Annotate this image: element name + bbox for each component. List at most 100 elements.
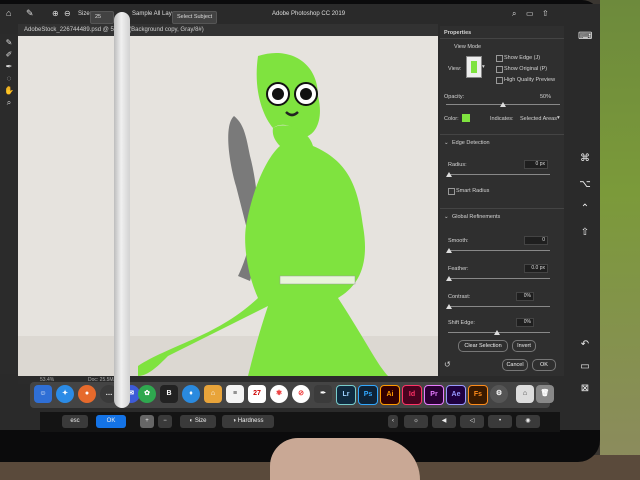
ok-key[interactable]: OK xyxy=(96,415,126,428)
hardness-key[interactable]: ◑ Hardness xyxy=(222,415,274,428)
drop-app-icon[interactable]: ♦ xyxy=(182,385,200,403)
brush-tool-icon[interactable]: ✎ xyxy=(26,8,34,19)
illustrator-icon[interactable]: Ai xyxy=(380,385,400,405)
cancel-button[interactable]: Cancel xyxy=(502,359,528,371)
global-refinements-header[interactable]: Global Refinements xyxy=(452,214,500,220)
radius-slider-knob[interactable] xyxy=(446,172,452,177)
calendar-icon[interactable]: 27 xyxy=(248,385,266,403)
chevron-down-icon[interactable]: ▾ xyxy=(482,64,485,70)
shift-key-icon[interactable]: ⇧ xyxy=(578,226,592,240)
contrast-field[interactable]: 0% xyxy=(516,292,534,301)
size-key[interactable]: ◐ Size xyxy=(180,415,216,428)
safari-icon[interactable]: ✦ xyxy=(56,385,74,403)
canvas[interactable] xyxy=(18,36,438,376)
shift-edge-slider-knob[interactable] xyxy=(494,330,500,335)
subtract-mode-key[interactable]: − xyxy=(158,415,172,428)
dock-app-b[interactable]: B xyxy=(160,385,178,403)
ok-button[interactable]: OK xyxy=(532,359,556,371)
add-mode-key[interactable]: + xyxy=(140,415,154,428)
workspace-icon[interactable]: ▭ xyxy=(526,9,534,18)
smooth-slider-knob[interactable] xyxy=(446,248,452,253)
disconnect-icon[interactable]: ⊠ xyxy=(578,382,592,396)
subtract-icon[interactable]: ⊖ xyxy=(64,9,71,18)
divider xyxy=(440,134,564,135)
brush-tool-icon[interactable]: ✐ xyxy=(4,50,14,60)
search-icon[interactable]: ⌕ xyxy=(512,9,516,19)
document-tab[interactable]: AdobeStock_226744489.psd @ 53.4% (Backgr… xyxy=(18,24,438,36)
reset-icon[interactable]: ↺ xyxy=(444,360,451,369)
firefox-icon[interactable]: ● xyxy=(78,385,96,403)
indicates-dropdown[interactable]: Selected Areas xyxy=(520,116,557,122)
show-dock-icon[interactable]: ▭ xyxy=(578,360,592,374)
mic-icon[interactable]: • xyxy=(488,415,512,428)
finder-icon[interactable]: ☺ xyxy=(34,385,52,403)
chevron-down-icon[interactable]: ⌄ xyxy=(444,214,449,220)
opacity-value[interactable]: 50% xyxy=(540,94,551,100)
overlay-color-swatch[interactable] xyxy=(462,114,470,122)
zoom-tool-icon[interactable]: ⌕ xyxy=(4,98,14,108)
clear-selection-button[interactable]: Clear Selection xyxy=(458,340,508,352)
volume-icon[interactable]: ◀ xyxy=(432,415,456,428)
smooth-slider-track[interactable] xyxy=(448,250,550,251)
photoshop-icon[interactable]: Ps xyxy=(358,385,378,405)
notes-icon[interactable]: ≡ xyxy=(226,385,244,403)
invert-button[interactable]: Invert xyxy=(512,340,536,352)
radius-label: Radius: xyxy=(448,162,467,168)
smart-radius-checkbox[interactable] xyxy=(448,188,455,195)
chevron-down-icon[interactable]: ⌄ xyxy=(444,140,449,146)
add-icon[interactable]: ⊕ xyxy=(52,9,59,18)
feather-field[interactable]: 0.0 px xyxy=(524,264,548,273)
documents-folder-icon[interactable]: ⌂ xyxy=(516,385,534,403)
brightness-icon[interactable]: ☼ xyxy=(404,415,428,428)
show-edge-checkbox[interactable] xyxy=(496,55,503,62)
smooth-field[interactable]: 0 xyxy=(524,236,548,245)
lasso-tool-icon[interactable]: ◌ xyxy=(4,74,14,84)
high-quality-preview-checkbox[interactable] xyxy=(496,77,503,84)
contrast-slider-knob[interactable] xyxy=(446,304,452,309)
refine-edge-brush-icon[interactable]: ✒ xyxy=(4,62,14,72)
blocked-icon[interactable]: ⊘ xyxy=(292,385,310,403)
home-icon[interactable]: ⌂ xyxy=(6,8,11,18)
view-thumbnail-figure xyxy=(471,61,477,73)
control-key-icon[interactable]: ⌃ xyxy=(578,202,592,216)
keyboard-icon[interactable]: ⌨ xyxy=(578,30,592,44)
edge-detection-header[interactable]: Edge Detection xyxy=(452,140,490,146)
hand-tool-icon[interactable]: ✋ xyxy=(4,86,14,96)
contrast-slider-track[interactable] xyxy=(448,306,550,307)
esc-key[interactable]: esc xyxy=(62,415,88,428)
quill-app-icon[interactable]: ✒ xyxy=(314,385,332,403)
siri-icon[interactable]: ◉ xyxy=(516,415,540,428)
shift-edge-field[interactable]: 0% xyxy=(516,318,534,327)
size-field[interactable]: 25 xyxy=(90,11,114,24)
shift-edge-label: Shift Edge: xyxy=(448,320,475,326)
undo-icon[interactable]: ↶ xyxy=(578,338,592,352)
properties-panel: Properties View Mode View: ▾ Show Edge (… xyxy=(440,26,564,376)
home-app-icon[interactable]: ⌂ xyxy=(204,385,222,403)
option-key-icon[interactable]: ⌥ xyxy=(578,178,592,192)
feather-slider-knob[interactable] xyxy=(446,276,452,281)
view-thumbnail[interactable] xyxy=(466,56,482,78)
opacity-slider-knob[interactable] xyxy=(500,102,506,107)
trash-icon[interactable]: 🗑 xyxy=(536,385,554,403)
share-icon[interactable]: ⇧ xyxy=(542,9,549,18)
lightroom-icon[interactable]: Lr xyxy=(336,385,356,405)
chevron-left-icon[interactable]: ‹ xyxy=(388,415,398,428)
feather-slider-track[interactable] xyxy=(448,278,550,279)
system-preferences-icon[interactable]: ⚙ xyxy=(490,385,508,403)
evernote-icon[interactable]: ✿ xyxy=(138,385,156,403)
premiere-icon[interactable]: Pr xyxy=(424,385,444,405)
fuse-icon[interactable]: Fs xyxy=(468,385,488,405)
show-original-checkbox[interactable] xyxy=(496,66,503,73)
chevron-down-icon[interactable]: ▾ xyxy=(557,115,560,121)
quick-selection-tool-icon[interactable]: ✎ xyxy=(4,38,14,48)
photos-icon[interactable]: ✾ xyxy=(270,385,288,403)
lens-right xyxy=(300,88,312,100)
after-effects-icon[interactable]: Ae xyxy=(446,385,466,405)
hand xyxy=(270,438,420,480)
mute-icon[interactable]: ◁ xyxy=(460,415,484,428)
command-key-icon[interactable]: ⌘ xyxy=(578,152,592,166)
select-subject-button[interactable]: Select Subject xyxy=(172,11,218,24)
radius-field[interactable]: 0 px xyxy=(524,160,548,169)
radius-slider-track[interactable] xyxy=(448,174,550,175)
indesign-icon[interactable]: Id xyxy=(402,385,422,405)
